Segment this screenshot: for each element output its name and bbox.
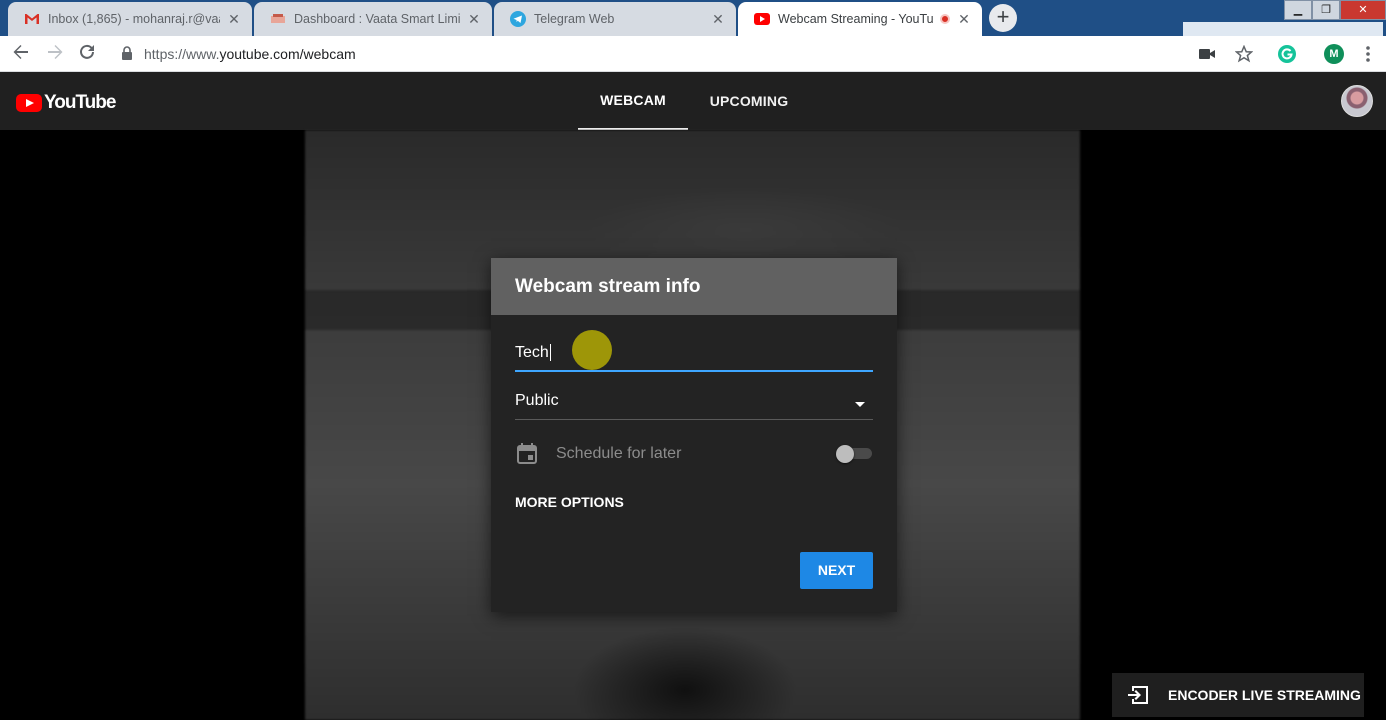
tab-upcoming[interactable]: UPCOMING — [700, 72, 798, 130]
tab-dashboard[interactable]: Dashboard : Vaata Smart Limited ✕ — [254, 2, 492, 36]
tab-telegram[interactable]: Telegram Web ✕ — [494, 2, 736, 36]
forward-arrow-icon — [48, 45, 63, 59]
close-icon[interactable]: ✕ — [466, 11, 482, 28]
dropdown-arrow-icon — [855, 402, 865, 407]
bookmark-star-icon[interactable] — [1234, 44, 1254, 64]
stream-title-value: Tech — [515, 344, 549, 361]
back-button[interactable] — [10, 43, 32, 65]
tab-webcam[interactable]: WEBCAM — [578, 72, 688, 130]
lock-icon[interactable] — [121, 46, 133, 60]
camera-in-use-icon[interactable] — [1197, 44, 1217, 64]
exit-to-app-icon — [1128, 686, 1148, 704]
new-tab-button[interactable]: + — [989, 4, 1017, 32]
text-caret — [549, 344, 551, 362]
mouse-cursor-highlight — [572, 330, 612, 370]
close-icon[interactable]: ✕ — [226, 11, 242, 28]
schedule-label: Schedule for later — [556, 445, 682, 462]
maximize-button[interactable]: ❐ — [1312, 0, 1340, 20]
dialog-header: Webcam stream info — [491, 258, 897, 315]
calendar-icon — [517, 443, 537, 464]
browser-tab-strip: Inbox (1,865) - mohanraj.r@vaat ✕ Dashbo… — [0, 0, 1386, 36]
youtube-header: YouTube WEBCAM UPCOMING — [0, 72, 1386, 130]
reload-icon — [80, 44, 94, 59]
youtube-logo-text: YouTube — [44, 92, 116, 113]
stream-title-input[interactable]: Tech — [515, 340, 873, 372]
close-icon[interactable]: ✕ — [956, 11, 972, 28]
chrome-menu-icon[interactable] — [1358, 44, 1378, 64]
window-close-button[interactable]: ✕ — [1340, 0, 1386, 20]
address-bar[interactable]: https://www.youtube.com/webcam — [144, 46, 356, 62]
profile-avatar: M — [1324, 44, 1344, 64]
tab-title: Telegram Web — [534, 12, 615, 26]
encoder-live-streaming-button[interactable]: ENCODER LIVE STREAMING — [1112, 673, 1364, 717]
tab-gmail[interactable]: Inbox (1,865) - mohanraj.r@vaat ✕ — [8, 2, 252, 36]
tab-title: Inbox (1,865) - mohanraj.r@vaat — [48, 12, 220, 26]
youtube-logo[interactable]: YouTube — [16, 92, 116, 114]
encoder-label: ENCODER LIVE STREAMING — [1168, 687, 1361, 703]
more-options-link[interactable]: MORE OPTIONS — [515, 494, 624, 510]
recording-indicator-icon — [940, 14, 950, 24]
privacy-value: Public — [515, 392, 559, 409]
schedule-toggle[interactable] — [836, 445, 872, 463]
close-icon[interactable]: ✕ — [710, 11, 726, 28]
forward-button[interactable] — [44, 43, 66, 65]
reload-button[interactable] — [76, 43, 98, 65]
toggle-knob — [836, 445, 854, 463]
telegram-icon — [510, 11, 526, 27]
tab-youtube-webcam[interactable]: Webcam Streaming - YouTu ✕ — [738, 2, 982, 36]
youtube-play-icon — [16, 94, 42, 112]
browser-toolbar: https://www.youtube.com/webcam M — [0, 36, 1386, 72]
dashboard-icon — [270, 11, 286, 27]
gmail-icon — [24, 11, 40, 27]
url-path: youtube.com/webcam — [219, 46, 356, 62]
tab-title: Webcam Streaming - YouTu — [778, 12, 934, 26]
youtube-icon — [754, 11, 770, 27]
back-arrow-icon — [13, 45, 28, 59]
profile-button[interactable]: M — [1324, 44, 1344, 64]
window-titlebar-area — [1183, 22, 1383, 36]
privacy-select[interactable]: Public — [515, 388, 873, 420]
tab-title: Dashboard : Vaata Smart Limited — [294, 12, 460, 26]
user-avatar[interactable] — [1341, 85, 1373, 117]
grammarly-icon[interactable] — [1277, 44, 1297, 64]
next-button[interactable]: NEXT — [800, 552, 873, 589]
window-controls: ▁ ❐ ✕ — [1284, 0, 1386, 20]
dialog-title: Webcam stream info — [515, 275, 701, 297]
url-scheme: https://www. — [144, 46, 220, 62]
webcam-stream-info-dialog: Webcam stream info Tech Public Schedule … — [491, 258, 897, 612]
minimize-button[interactable]: ▁ — [1284, 0, 1312, 20]
